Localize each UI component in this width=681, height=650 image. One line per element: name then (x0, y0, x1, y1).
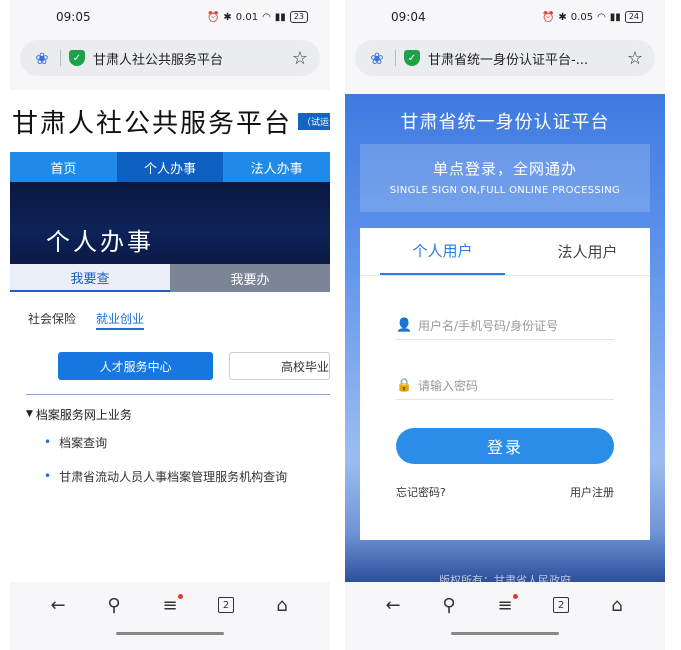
menu-icon[interactable]: ≡ (155, 590, 185, 620)
bullet-icon: • (44, 435, 52, 449)
password-field[interactable]: 🔒 请输入密码 (396, 372, 614, 400)
login-button[interactable]: 登录 (396, 428, 614, 464)
search-icon[interactable]: ⚲ (434, 590, 464, 620)
username-field[interactable]: 👤 用户名/手机号码/身份证号 (396, 312, 614, 340)
bookmark-star-icon[interactable]: ☆ (627, 48, 643, 69)
username-placeholder: 用户名/手机号码/身份证号 (418, 319, 559, 333)
back-arrow-icon[interactable]: ← (43, 590, 73, 620)
status-time: 09:05 (56, 10, 91, 24)
footer-copyright: 版权所有：甘肃省人民政府 (439, 574, 571, 582)
url-title[interactable]: 甘肃省统一身份认证平台-... (428, 49, 621, 68)
password-placeholder: 请输入密码 (418, 379, 479, 393)
gesture-bar[interactable] (451, 632, 559, 635)
list-item[interactable]: • 甘肃省流动人员人事档案管理服务机构查询 (26, 459, 330, 493)
talent-center-button[interactable]: 人才服务中心 (58, 352, 214, 380)
wifi-icon: ◠ (262, 11, 271, 23)
battery-icon: 24 (624, 11, 643, 23)
bookmark-star-icon[interactable]: ☆ (292, 48, 308, 69)
alarm-icon: ⏰ (206, 11, 220, 23)
banner: 个人办事 (10, 182, 330, 264)
hrss-site: 甘肃人社公共服务平台 （试运 首页 个人办事 法人办事 个人办事 我要查 我要办… (10, 90, 330, 582)
home-icon[interactable]: ⌂ (602, 590, 632, 620)
user-icon: 👤 (396, 318, 413, 333)
network-speed: 0.05 (570, 11, 594, 23)
cat-social-insurance[interactable]: 社会保险 (28, 310, 76, 340)
bluetooth-icon: ✱ (558, 11, 567, 23)
trial-badge: （试运 (298, 112, 330, 130)
bluetooth-icon: ✱ (223, 11, 232, 23)
menu-icon[interactable]: ≡ (490, 590, 520, 620)
login-tabs: 个人用户 法人用户 (360, 228, 650, 276)
tree-head[interactable]: ▼ 档案服务网上业务 (26, 403, 330, 425)
tab-personal-user[interactable]: 个人用户 (380, 228, 505, 275)
notification-dot (513, 594, 518, 599)
url-bar[interactable]: ❀ ✓ 甘肃省统一身份认证平台-... ☆ (355, 40, 655, 76)
sub-tabs: 我要查 我要办 (10, 264, 330, 292)
nav-corporate[interactable]: 法人办事 (223, 152, 330, 182)
search-icon[interactable]: ⚲ (99, 590, 129, 620)
url-bar[interactable]: ❀ ✓ 甘肃人社公共服务平台 ☆ (20, 40, 320, 76)
list-item[interactable]: • 档案查询 (26, 425, 330, 459)
tabs-button[interactable]: 2 (211, 590, 241, 620)
status-bar: 09:04 ⏰ ✱ 0.05 ◠ ▮▮ 24 (345, 0, 665, 34)
tab-apply[interactable]: 我要办 (170, 264, 330, 292)
register-link[interactable]: 用户注册 (570, 484, 614, 500)
home-icon[interactable]: ⌂ (267, 590, 297, 620)
tab-query[interactable]: 我要查 (10, 264, 170, 292)
signal-icon: ▮▮ (274, 11, 286, 23)
banner-title: 个人办事 (46, 228, 154, 256)
site-title: 甘肃人社公共服务平台 （试运 (10, 90, 330, 152)
category-tabs: 社会保险 就业创业 (10, 292, 330, 340)
signal-icon: ▮▮ (609, 11, 621, 23)
triangle-down-icon: ▼ (26, 409, 33, 419)
baidu-paw-icon[interactable]: ❀ (367, 48, 387, 68)
url-title[interactable]: 甘肃人社公共服务平台 (93, 49, 286, 68)
browser-bottom-nav: ← ⚲ ≡ 2 ⌂ (10, 582, 330, 650)
back-arrow-icon[interactable]: ← (378, 590, 408, 620)
status-time: 09:04 (391, 10, 426, 24)
nav-personal[interactable]: 个人办事 (116, 152, 224, 182)
right-phone-screen: 09:04 ⏰ ✱ 0.05 ◠ ▮▮ 24 ❀ ✓ 甘肃省统一身份认证平台-.… (345, 0, 665, 650)
lock-icon: 🔒 (396, 378, 413, 393)
login-card: 个人用户 法人用户 👤 用户名/手机号码/身份证号 🔒 请输入密码 登录 忘记密… (360, 228, 650, 540)
alarm-icon: ⏰ (541, 11, 555, 23)
left-phone-screen: 09:05 ⏰ ✱ 0.01 ◠ ▮▮ 23 ❀ ✓ 甘肃人社公共服务平台 ☆ … (10, 0, 330, 650)
browser-bottom-nav: ← ⚲ ≡ 2 ⌂ (345, 582, 665, 650)
slogan-box: 单点登录，全网通办 SINGLE SIGN ON,FULL ONLINE PRO… (360, 144, 650, 212)
forgot-password-link[interactable]: 忘记密码? (396, 484, 446, 500)
cat-employment[interactable]: 就业创业 (96, 310, 145, 330)
screenshot-canvas: 09:05 ⏰ ✱ 0.01 ◠ ▮▮ 23 ❀ ✓ 甘肃人社公共服务平台 ☆ … (0, 0, 681, 650)
gesture-bar[interactable] (116, 632, 224, 635)
wifi-icon: ◠ (597, 11, 606, 23)
tabs-button[interactable]: 2 (546, 590, 576, 620)
portal-title: 甘肃省统一身份认证平台 (400, 112, 610, 133)
baidu-paw-icon[interactable]: ❀ (32, 48, 52, 68)
network-speed: 0.01 (235, 11, 259, 23)
slogan-en: SINGLE SIGN ON,FULL ONLINE PROCESSING (389, 185, 621, 196)
main-nav: 首页 个人办事 法人办事 (10, 152, 330, 182)
secure-shield-icon: ✓ (69, 50, 85, 66)
battery-icon: 23 (289, 11, 308, 23)
slogan-cn: 单点登录，全网通办 (432, 160, 577, 178)
archive-tree: ▼ 档案服务网上业务 • 档案查询 • 甘肃省流动人员人事档案管理服务机构查询 (26, 394, 330, 493)
secure-shield-icon: ✓ (404, 50, 420, 66)
sso-site: 甘肃省统一身份认证平台 单点登录，全网通办 SINGLE SIGN ON,FUL… (345, 94, 665, 582)
notification-dot (178, 594, 183, 599)
service-buttons: 人才服务中心 高校毕业 (10, 340, 330, 394)
bullet-icon: • (44, 469, 52, 483)
graduates-button[interactable]: 高校毕业 (229, 352, 330, 380)
status-bar: 09:05 ⏰ ✱ 0.01 ◠ ▮▮ 23 (10, 0, 330, 34)
nav-home[interactable]: 首页 (10, 152, 117, 182)
tab-corporate-user[interactable]: 法人用户 (525, 228, 650, 275)
